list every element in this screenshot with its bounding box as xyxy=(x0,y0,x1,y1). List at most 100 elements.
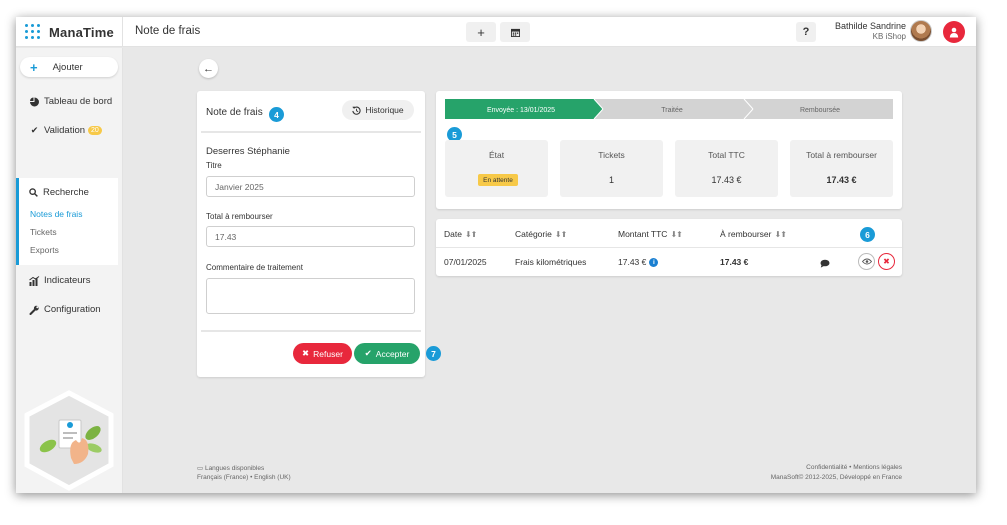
form-title: Note de frais xyxy=(206,107,263,118)
search-icon xyxy=(29,188,38,197)
view-button[interactable] xyxy=(858,253,875,270)
check-icon: ✔ xyxy=(364,348,372,358)
cell-amount: 17.43 € i xyxy=(618,257,659,268)
copyright: ManaSoft© 2012-2025, Développé en France xyxy=(770,474,902,481)
sidebar-item-label: Indicateurs xyxy=(44,275,91,286)
sort-icon: ⬇⬆ xyxy=(774,230,787,239)
comment-textarea[interactable] xyxy=(206,278,415,314)
column-header-date[interactable]: Date ⬇⬆ xyxy=(444,229,477,239)
sidebar-item-label: Tableau de bord xyxy=(44,96,113,107)
sort-icon: ⬇⬆ xyxy=(670,230,682,239)
sidebar-search-section: Recherche Notes de frais Tickets Exports xyxy=(16,178,118,265)
check-icon: ✔ xyxy=(30,125,39,135)
app-window: ManaTime Note de frais + ? Bathilde Sand… xyxy=(16,17,976,493)
sidebar-item-dashboard[interactable]: Tableau de bord xyxy=(29,96,112,107)
sort-icon: ⬇⬆ xyxy=(464,230,477,239)
cell-date: 07/01/2025 xyxy=(444,257,487,267)
sidebar-add-label: Ajouter xyxy=(52,61,83,73)
arrow-left-icon: ← xyxy=(203,62,214,75)
close-icon: ✖ xyxy=(883,257,890,266)
refuse-label: Refuser xyxy=(313,348,343,359)
user-menu-button[interactable] xyxy=(943,21,965,43)
history-label: Historique xyxy=(365,105,404,115)
state-header: État xyxy=(488,150,505,160)
accept-button[interactable]: ✔ Accepter xyxy=(354,343,420,364)
tickets-header: Tickets xyxy=(598,150,625,160)
state-box: État En attente xyxy=(445,140,548,197)
app-name: ManaTime xyxy=(49,24,114,40)
eye-icon xyxy=(861,258,872,265)
sidebar-add-button[interactable]: + Ajouter xyxy=(20,57,118,77)
total-label: Total à rembourser xyxy=(206,212,273,221)
total-reimburse-box: Total à rembourser 17.43 € xyxy=(790,140,893,197)
app-logo[interactable]: ManaTime xyxy=(25,24,114,40)
sidebar-subitem-expenses[interactable]: Notes de frais xyxy=(30,209,82,219)
history-button[interactable]: Historique xyxy=(342,100,414,120)
calendar-button[interactable] xyxy=(500,22,530,42)
back-button[interactable]: ← xyxy=(199,59,218,78)
pie-chart-icon xyxy=(30,97,39,106)
sidebar-item-search[interactable]: Recherche xyxy=(29,187,89,198)
progress-step-processed: Traitée xyxy=(661,107,683,114)
step-marker-7: 7 xyxy=(426,346,441,361)
sidebar-item-configuration[interactable]: Configuration xyxy=(29,304,101,315)
expense-lines-table: Date ⬇⬆ Catégorie ⬇⬆ Montant TTC ⬇⬆ À rembo… xyxy=(436,219,902,276)
help-button[interactable]: ? xyxy=(796,22,816,42)
delete-button[interactable]: ✖ xyxy=(878,253,895,270)
divider xyxy=(436,247,902,248)
tickets-value: 1 xyxy=(608,175,614,185)
sidebar-item-validation[interactable]: ✔ Validation 20 xyxy=(29,125,102,136)
comment-label: Commentaire de traitement xyxy=(206,263,303,272)
step-marker-6: 6 xyxy=(860,227,875,242)
step-marker-4: 4 xyxy=(269,107,284,122)
user-company: KB iShop xyxy=(872,32,906,41)
total-reimburse-header: Total à rembourser xyxy=(806,150,877,160)
column-header-category[interactable]: Catégorie ⬇⬆ xyxy=(515,229,567,239)
promo-illustration xyxy=(16,388,123,493)
column-header-reimburse[interactable]: À rembourser ⬇⬆ xyxy=(720,229,787,239)
total-input[interactable] xyxy=(206,226,415,247)
tickets-box: Tickets 1 xyxy=(560,140,663,197)
expense-form-card: Note de frais 4 Historique Deserres Stép… xyxy=(197,91,441,377)
title-label: Titre xyxy=(206,161,222,170)
user-icon xyxy=(949,27,959,37)
divider xyxy=(201,131,421,133)
total-ttc-box: Total TTC 17.43 € xyxy=(675,140,778,197)
sidebar-subitem-exports[interactable]: Exports xyxy=(30,245,59,255)
status-badge: En attente xyxy=(478,174,518,186)
top-bar: ManaTime Note de frais + ? Bathilde Sand… xyxy=(16,17,976,47)
validation-count-badge: 20 xyxy=(88,126,102,135)
avatar[interactable] xyxy=(910,20,932,42)
info-icon[interactable]: i xyxy=(649,258,659,268)
divider xyxy=(201,330,421,332)
languages-title: ▭ Langues disponibles xyxy=(197,465,265,472)
total-ttc-value: 17.43 € xyxy=(711,175,742,185)
legal-links[interactable]: Confidentialité • Mentions légales xyxy=(602,464,902,471)
total-reimburse-value: 17.43 € xyxy=(826,175,857,185)
sort-icon: ⬇⬆ xyxy=(554,230,567,239)
wrench-icon xyxy=(29,305,39,315)
progress-step-sent: Envoyée : 13/01/2025 xyxy=(487,107,555,114)
add-button[interactable]: + xyxy=(466,22,496,42)
sidebar-subitem-tickets[interactable]: Tickets xyxy=(30,227,57,237)
progress-bar: Envoyée : 13/01/2025 Traitée Remboursée xyxy=(445,99,893,119)
total-ttc-header: Total TTC xyxy=(708,150,745,160)
progress-step-refunded: Remboursée xyxy=(800,107,840,114)
language-links[interactable]: Français (France) • English (UK) xyxy=(197,474,291,481)
accept-label: Accepter xyxy=(375,348,410,359)
app-grid-icon xyxy=(25,24,41,40)
close-icon: ✖ xyxy=(302,348,310,358)
history-icon xyxy=(352,106,361,115)
user-name[interactable]: Bathilde Sandrine xyxy=(816,21,906,32)
divider xyxy=(122,17,123,47)
sidebar-item-indicators[interactable]: Indicateurs xyxy=(29,275,90,286)
plus-icon: + xyxy=(30,59,38,75)
cell-reimburse: 17.43 € xyxy=(720,257,749,267)
title-input[interactable] xyxy=(206,176,415,197)
sidebar-item-label: Validation xyxy=(44,125,86,136)
language-icon: ▭ xyxy=(197,465,205,472)
sidebar-item-label: Configuration xyxy=(44,304,101,315)
refuse-button[interactable]: ✖ Refuser xyxy=(293,343,352,364)
comment-icon[interactable] xyxy=(820,259,830,268)
column-header-amount[interactable]: Montant TTC ⬇⬆ xyxy=(618,229,683,239)
